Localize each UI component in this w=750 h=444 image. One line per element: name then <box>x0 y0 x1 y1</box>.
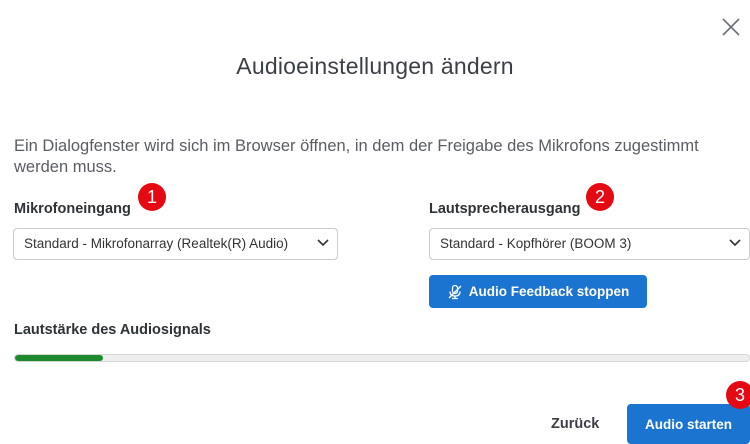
close-icon <box>722 18 740 36</box>
volume-meter-fill <box>15 355 104 361</box>
close-button[interactable] <box>720 16 742 38</box>
microphone-select-value: Standard - Mikrofonarray (Realtek(R) Aud… <box>24 236 289 251</box>
dialog-title: Audioeinstellungen ändern <box>236 53 514 79</box>
dialog-description: Ein Dialogfenster wird sich im Browser ö… <box>14 137 699 176</box>
speaker-select-value: Standard - Kopfhörer (BOOM 3) <box>440 236 632 251</box>
microphone-muted-icon <box>448 284 462 299</box>
back-button[interactable]: Zurück <box>551 416 599 432</box>
speaker-label: Lautsprecherausgang <box>429 201 581 217</box>
audio-feedback-stop-label: Audio Feedback stoppen <box>468 284 630 299</box>
microphone-select[interactable]: Standard - Mikrofonarray (Realtek(R) Aud… <box>13 228 338 260</box>
annotation-badge-1: 1 <box>138 183 166 211</box>
microphone-label: Mikrofoneingang <box>14 201 131 217</box>
volume-meter <box>14 354 750 362</box>
speaker-select[interactable]: Standard - Kopfhörer (BOOM 3) <box>429 228 750 260</box>
start-audio-label: Audio starten <box>644 416 732 432</box>
chevron-down-icon <box>729 239 741 247</box>
volume-label: Lautstärke des Audiosignals <box>14 322 211 338</box>
audio-feedback-stop-button[interactable]: Audio Feedback stoppen <box>429 275 647 308</box>
start-audio-button[interactable]: Audio starten <box>627 404 750 444</box>
annotation-badge-2: 2 <box>586 183 614 211</box>
annotation-badge-3: 3 <box>726 381 750 409</box>
chevron-down-icon <box>317 239 329 247</box>
